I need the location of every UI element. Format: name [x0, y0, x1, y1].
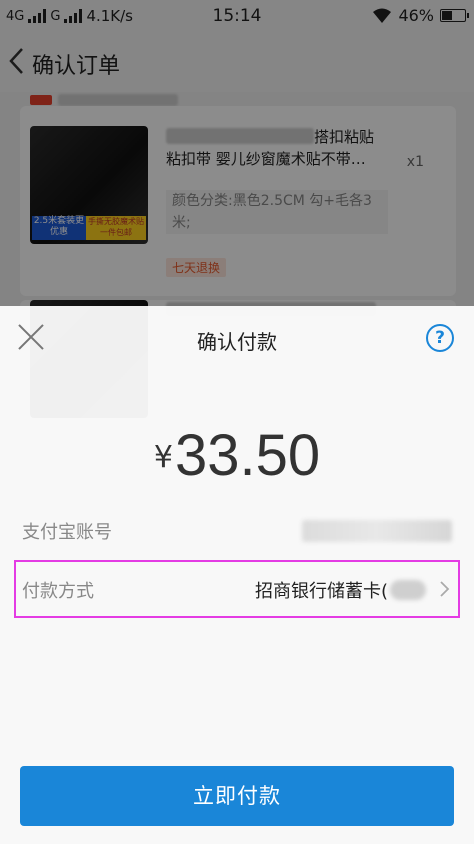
account-label: 支付宝账号: [22, 522, 112, 543]
card-number-masked: [390, 580, 426, 600]
payment-method-label: 付款方式: [22, 581, 94, 602]
account-row: 支付宝账号: [0, 504, 474, 556]
payment-sheet: 确认付款 ? ¥33.50 支付宝账号 付款方式 招商银行储蓄卡( 立即付款: [0, 306, 474, 844]
amount-value: 33.50: [174, 423, 321, 488]
help-icon[interactable]: ?: [426, 324, 454, 352]
pay-now-button[interactable]: 立即付款: [20, 766, 454, 826]
sheet-header: 确认付款 ?: [0, 306, 474, 368]
chevron-right-icon: [440, 581, 450, 597]
sheet-title: 确认付款: [197, 330, 277, 354]
currency-symbol: ¥: [153, 440, 173, 475]
account-value-masked: [302, 520, 452, 542]
payment-method-text: 招商银行储蓄卡(: [254, 581, 388, 602]
payment-amount: ¥33.50: [0, 422, 474, 489]
payment-method-row[interactable]: 付款方式 招商银行储蓄卡(: [14, 560, 460, 618]
dim-overlay-top[interactable]: [0, 0, 474, 92]
payment-method-value: 招商银行储蓄卡(: [255, 577, 426, 603]
